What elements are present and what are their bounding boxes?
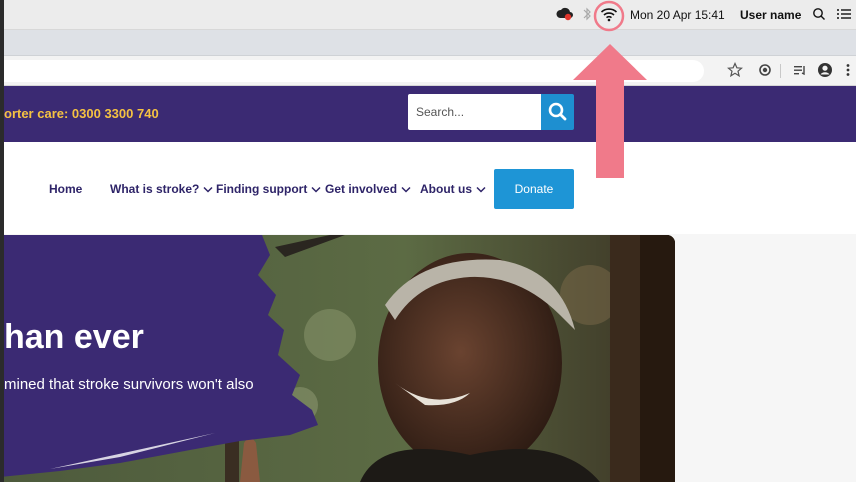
chevron-down-icon (476, 187, 486, 193)
creative-cloud-icon[interactable] (556, 6, 574, 25)
hero-title: han ever (4, 318, 144, 356)
wifi-icon[interactable] (600, 6, 618, 25)
donate-button[interactable]: Donate (494, 169, 574, 209)
search-button[interactable] (541, 94, 574, 130)
search-icon (548, 102, 567, 121)
window-edge (0, 0, 4, 482)
more-icon[interactable] (845, 62, 851, 83)
menu-bar-user[interactable]: User name (740, 8, 801, 22)
nav-item-about-us[interactable]: About us (420, 182, 486, 196)
nav-item-finding-support[interactable]: Finding support (216, 182, 321, 196)
search-input[interactable] (408, 94, 542, 130)
menu-list-icon[interactable] (836, 6, 852, 25)
chevron-down-icon (203, 187, 213, 193)
nav-item-get-involved[interactable]: Get involved (325, 182, 411, 196)
chevron-down-icon (311, 187, 321, 193)
menu-bar: Mon 20 Apr 15:41 User name (0, 0, 856, 30)
nav-item-home[interactable]: Home (49, 182, 82, 196)
address-bar[interactable] (4, 60, 704, 82)
hero-subtitle: mined that stroke survivors won't also (4, 376, 254, 393)
supporter-care-phone[interactable]: orter care: 0300 3300 740 (4, 106, 159, 121)
bluetooth-icon[interactable] (582, 6, 592, 25)
browser-tab-strip (0, 30, 856, 56)
browser-toolbar (0, 56, 856, 86)
profile-icon[interactable] (817, 62, 833, 83)
main-navigation: Home What is stroke? Finding support Get… (0, 142, 856, 234)
hero-image (0, 235, 675, 482)
reading-list-icon[interactable] (792, 62, 808, 83)
extension-icon[interactable] (757, 62, 773, 83)
site-header: orter care: 0300 3300 740 (0, 86, 856, 142)
menu-bar-clock[interactable]: Mon 20 Apr 15:41 (630, 8, 725, 22)
nav-item-what-is-stroke[interactable]: What is stroke? (110, 182, 213, 196)
star-icon[interactable] (727, 62, 743, 83)
toolbar-divider (780, 64, 781, 78)
spotlight-search-icon[interactable] (812, 6, 826, 25)
chevron-down-icon (401, 187, 411, 193)
